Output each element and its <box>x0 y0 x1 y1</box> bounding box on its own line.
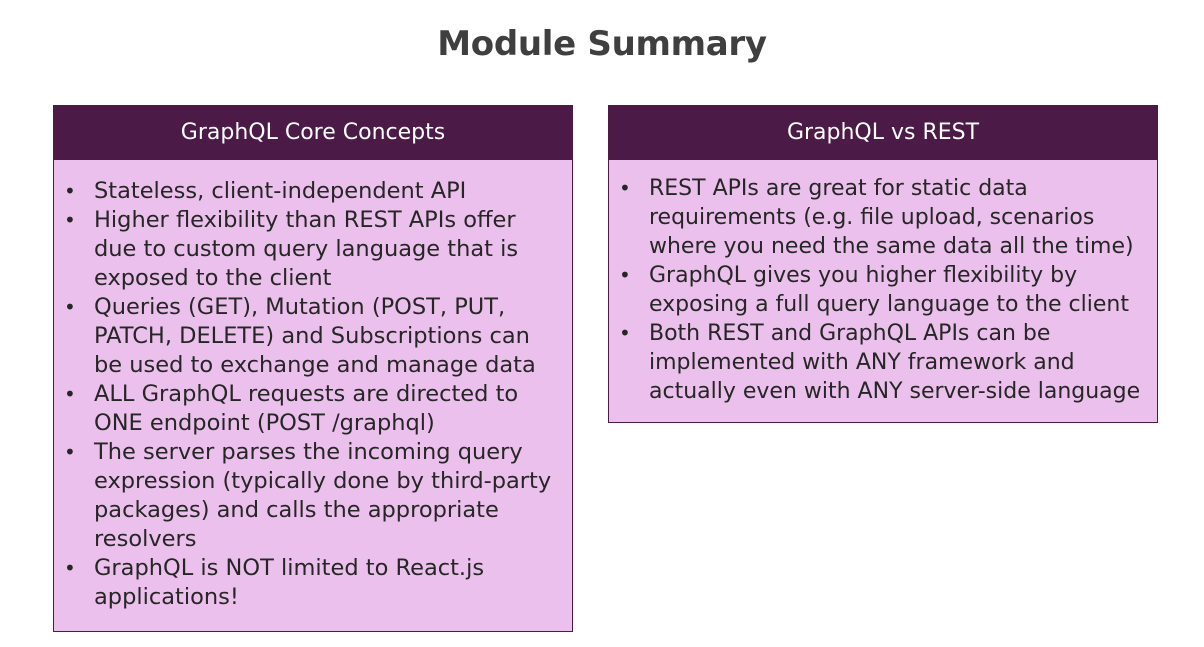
list-item-text: ALL GraphQL requests are directed to ONE… <box>94 381 519 436</box>
page-title: Module Summary <box>437 24 767 64</box>
list-item: • GraphQL gives you higher flexibility b… <box>609 261 1157 319</box>
list-item-text: Both REST and GraphQL APIs can be implem… <box>649 321 1141 404</box>
bullet-icon: • <box>64 382 76 406</box>
core-concepts-card: GraphQL Core Concepts • Stateless, clien… <box>53 105 573 632</box>
list-item-text: Stateless, client-independent API <box>94 178 467 204</box>
bullet-icon: • <box>64 208 76 232</box>
bullet-icon: • <box>64 440 76 464</box>
list-item: • Stateless, client-independent API <box>54 177 572 206</box>
bullet-icon: • <box>64 179 76 203</box>
list-item: • Queries (GET), Mutation (POST, PUT, PA… <box>54 293 572 380</box>
list-item: • REST APIs are great for static data re… <box>609 174 1157 261</box>
graphql-vs-rest-list: • REST APIs are great for static data re… <box>609 160 1157 406</box>
core-concepts-list: • Stateless, client-independent API • Hi… <box>54 160 572 612</box>
graphql-vs-rest-header: GraphQL vs REST <box>609 106 1157 160</box>
list-item: • Both REST and GraphQL APIs can be impl… <box>609 319 1157 406</box>
list-item: • The server parses the incoming query e… <box>54 438 572 554</box>
list-item: • GraphQL is NOT limited to React.js app… <box>54 554 572 612</box>
bullet-icon: • <box>64 556 76 580</box>
bullet-icon: • <box>619 321 631 345</box>
list-item-text: Queries (GET), Mutation (POST, PUT, PATC… <box>94 294 536 378</box>
core-concepts-header: GraphQL Core Concepts <box>54 106 572 160</box>
bullet-icon: • <box>619 263 631 287</box>
bullet-icon: • <box>619 176 631 200</box>
graphql-vs-rest-card: GraphQL vs REST • REST APIs are great fo… <box>608 105 1158 423</box>
list-item-text: REST APIs are great for static data requ… <box>649 176 1134 259</box>
list-item: • Higher flexibility than REST APIs offe… <box>54 206 572 293</box>
list-item-text: GraphQL gives you higher flexibility by … <box>649 263 1129 317</box>
list-item-text: GraphQL is NOT limited to React.js appli… <box>94 555 485 610</box>
bullet-icon: • <box>64 295 76 319</box>
list-item-text: The server parses the incoming query exp… <box>94 439 552 552</box>
list-item: • ALL GraphQL requests are directed to O… <box>54 380 572 438</box>
list-item-text: Higher flexibility than REST APIs offer … <box>94 207 519 291</box>
